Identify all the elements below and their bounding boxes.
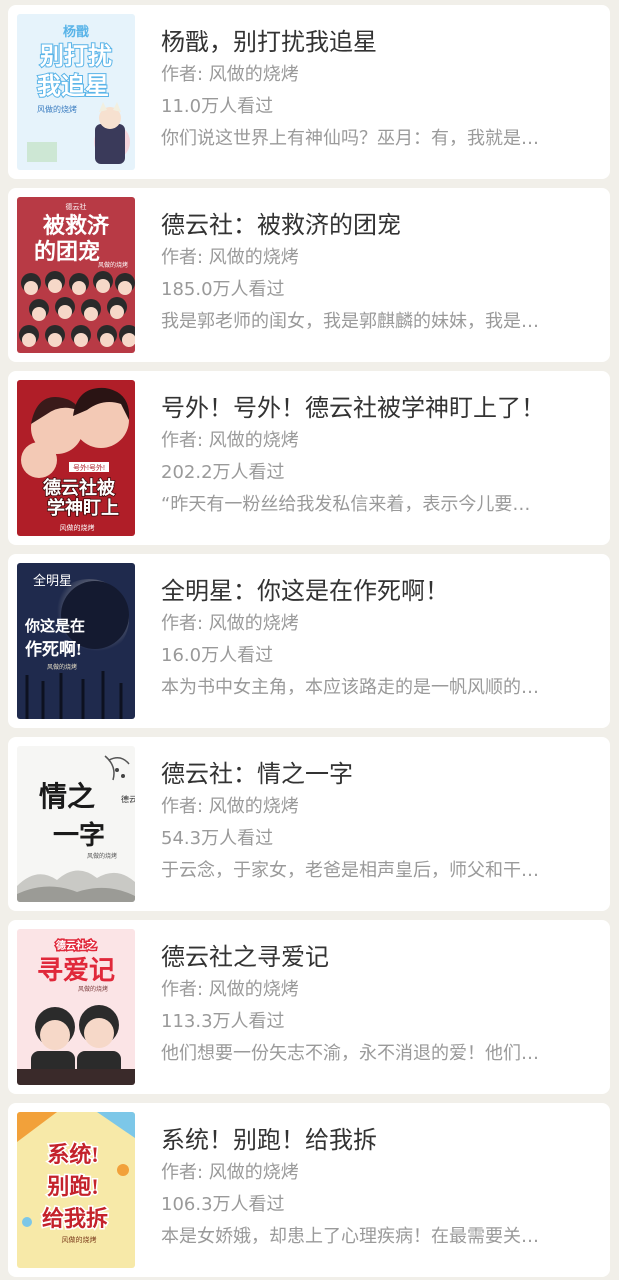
- book-list: 杨戬 别打扰 我追星 风做的烧烤 杨戬，别打扰我追星 作者: 风做的烧烤 11.…: [0, 0, 619, 1280]
- book-card[interactable]: 系统! 别跑! 给我拆 风做的烧烤 系统！别跑！给我拆 作者: 风做的烧烤 10…: [8, 1103, 610, 1277]
- svg-text:别跑!: 别跑!: [46, 1174, 98, 1199]
- book-card[interactable]: 全明星 你这是在 作死啊! 风做的烧烤 全明星：你这是在作死啊！ 作者: 风做的…: [8, 554, 610, 728]
- svg-text:德云社被: 德云社被: [43, 477, 116, 498]
- book-description: 我是郭老师的闺女，我是郭麒麟的妹妹，我是…: [161, 311, 539, 332]
- svg-text:你这是在: 你这是在: [24, 617, 85, 635]
- book-title[interactable]: 号外！号外！德云社被学神盯上了！: [161, 393, 595, 423]
- book-title[interactable]: 全明星：你这是在作死啊！: [161, 576, 595, 606]
- book-views: 113.3万人看过: [161, 1011, 285, 1032]
- book-info: 系统！别跑！给我拆 作者: 风做的烧烤 106.3万人看过 本是女娇娥，却患上了…: [161, 1125, 595, 1249]
- svg-text:风做的烧烤: 风做的烧烤: [78, 985, 108, 993]
- svg-text:风做的烧烤: 风做的烧烤: [37, 104, 77, 114]
- svg-text:德云社之: 德云社之: [55, 939, 96, 952]
- book-author: 作者: 风做的烧烤: [161, 1162, 299, 1183]
- book-card[interactable]: 德云社 被救济 的团宠 风做的烧烤 德云社：被救济的团宠 作者: 风做的烧烤 1…: [8, 188, 610, 362]
- book-views: 202.2万人看过: [161, 462, 285, 483]
- book-title[interactable]: 德云社：被救济的团宠: [161, 210, 595, 240]
- svg-text:给我拆: 给我拆: [42, 1206, 108, 1231]
- book-description: 他们想要一份矢志不渝，永不消退的爱！他们…: [161, 1043, 539, 1064]
- book-views: 11.0万人看过: [161, 96, 274, 117]
- book-cover-art: 号外!号外! 德云社被 学神盯上 风做的烧烤: [17, 380, 135, 536]
- book-card[interactable]: 德云社之 寻爱记 风做的烧烤 德云社之寻爱记 作者: 风做的烧烤 113.3万人…: [8, 920, 610, 1094]
- book-description: 本是女娇娥，却患上了心理疾病！在最需要关…: [161, 1226, 539, 1247]
- book-info: 德云社：被救济的团宠 作者: 风做的烧烤 185.0万人看过 我是郭老师的闺女，…: [161, 210, 595, 334]
- svg-text:风做的烧烤: 风做的烧烤: [60, 523, 95, 532]
- book-title[interactable]: 系统！别跑！给我拆: [161, 1125, 595, 1155]
- book-views: 16.0万人看过: [161, 645, 274, 666]
- book-info: 德云社之寻爱记 作者: 风做的烧烤 113.3万人看过 他们想要一份矢志不渝，永…: [161, 942, 595, 1066]
- book-author: 作者: 风做的烧烤: [161, 613, 299, 634]
- svg-text:情之: 情之: [39, 780, 95, 813]
- book-info: 全明星：你这是在作死啊！ 作者: 风做的烧烤 16.0万人看过 本为书中女主角，…: [161, 576, 595, 700]
- book-card[interactable]: 号外!号外! 德云社被 学神盯上 风做的烧烤 号外！号外！德云社被学神盯上了！ …: [8, 371, 610, 545]
- svg-text:德云社: 德云社: [66, 202, 87, 211]
- book-cover[interactable]: 杨戬 别打扰 我追星 风做的烧烤: [17, 14, 135, 170]
- book-author: 作者: 风做的烧烤: [161, 247, 299, 268]
- svg-text:号外!号外!: 号外!号外!: [73, 463, 105, 472]
- book-cover-art: 德云社 情之 一字 风做的烧烤: [17, 746, 135, 902]
- book-author: 作者: 风做的烧烤: [161, 64, 299, 85]
- book-title[interactable]: 德云社：情之一字: [161, 759, 595, 789]
- book-cover[interactable]: 全明星 你这是在 作死啊! 风做的烧烤: [17, 563, 135, 719]
- book-views: 185.0万人看过: [161, 279, 285, 300]
- svg-text:我追星: 我追星: [37, 72, 109, 100]
- book-info: 德云社：情之一字 作者: 风做的烧烤 54.3万人看过 于云念，于家女，老爸是相…: [161, 759, 595, 883]
- book-description: 本为书中女主角，本应该路走的是一帆风顺的…: [161, 677, 539, 698]
- book-cover-art: 杨戬 别打扰 我追星 风做的烧烤: [17, 14, 135, 170]
- book-description: 于云念，于家女，老爸是相声皇后，师父和干…: [161, 860, 539, 881]
- svg-text:杨戬: 杨戬: [63, 24, 89, 39]
- svg-text:被救济: 被救济: [43, 213, 110, 238]
- svg-text:寻爱记: 寻爱记: [37, 955, 115, 985]
- svg-text:别打扰: 别打扰: [39, 42, 112, 70]
- svg-text:一字: 一字: [53, 820, 105, 850]
- book-description: 你们说这世界上有神仙吗？巫月：有，我就是…: [161, 128, 539, 149]
- book-author: 作者: 风做的烧烤: [161, 979, 299, 1000]
- svg-text:的团宠: 的团宠: [34, 239, 100, 264]
- book-author: 作者: 风做的烧烤: [161, 796, 299, 817]
- book-cover-art: 德云社 被救济 的团宠 风做的烧烤: [17, 197, 135, 353]
- book-cover[interactable]: 德云社 被救济 的团宠 风做的烧烤: [17, 197, 135, 353]
- svg-text:学神盯上: 学神盯上: [47, 497, 119, 518]
- book-card[interactable]: 德云社 情之 一字 风做的烧烤 德云社：情之一字 作者: 风做的烧烤 54.3万…: [8, 737, 610, 911]
- book-author: 作者: 风做的烧烤: [161, 430, 299, 451]
- svg-text:系统!: 系统!: [47, 1142, 98, 1167]
- svg-text:风做的烧烤: 风做的烧烤: [87, 852, 117, 860]
- svg-text:作死啊!: 作死啊!: [25, 639, 82, 659]
- book-cover[interactable]: 系统! 别跑! 给我拆 风做的烧烤: [17, 1112, 135, 1268]
- book-cover-art: 德云社之 寻爱记 风做的烧烤: [17, 929, 135, 1085]
- svg-text:德云社: 德云社: [121, 794, 135, 804]
- book-views: 106.3万人看过: [161, 1194, 285, 1215]
- book-cover[interactable]: 德云社之 寻爱记 风做的烧烤: [17, 929, 135, 1085]
- book-description: “昨天有一粉丝给我发私信来着，表示今儿要…: [161, 494, 531, 515]
- svg-text:风做的烧烤: 风做的烧烤: [98, 261, 128, 269]
- book-cover-art: 系统! 别跑! 给我拆 风做的烧烤: [17, 1112, 135, 1268]
- book-title[interactable]: 德云社之寻爱记: [161, 942, 595, 972]
- svg-text:风做的烧烤: 风做的烧烤: [62, 1235, 97, 1244]
- book-views: 54.3万人看过: [161, 828, 274, 849]
- book-info: 杨戬，别打扰我追星 作者: 风做的烧烤 11.0万人看过 你们说这世界上有神仙吗…: [161, 27, 595, 151]
- svg-text:全明星: 全明星: [33, 573, 72, 588]
- book-cover-art: 全明星 你这是在 作死啊! 风做的烧烤: [17, 563, 135, 719]
- svg-text:风做的烧烤: 风做的烧烤: [47, 663, 77, 671]
- book-title[interactable]: 杨戬，别打扰我追星: [161, 27, 595, 57]
- book-cover[interactable]: 德云社 情之 一字 风做的烧烤: [17, 746, 135, 902]
- book-card[interactable]: 杨戬 别打扰 我追星 风做的烧烤 杨戬，别打扰我追星 作者: 风做的烧烤 11.…: [8, 5, 610, 179]
- book-cover[interactable]: 号外!号外! 德云社被 学神盯上 风做的烧烤: [17, 380, 135, 536]
- book-info: 号外！号外！德云社被学神盯上了！ 作者: 风做的烧烤 202.2万人看过 “昨天…: [161, 393, 595, 517]
